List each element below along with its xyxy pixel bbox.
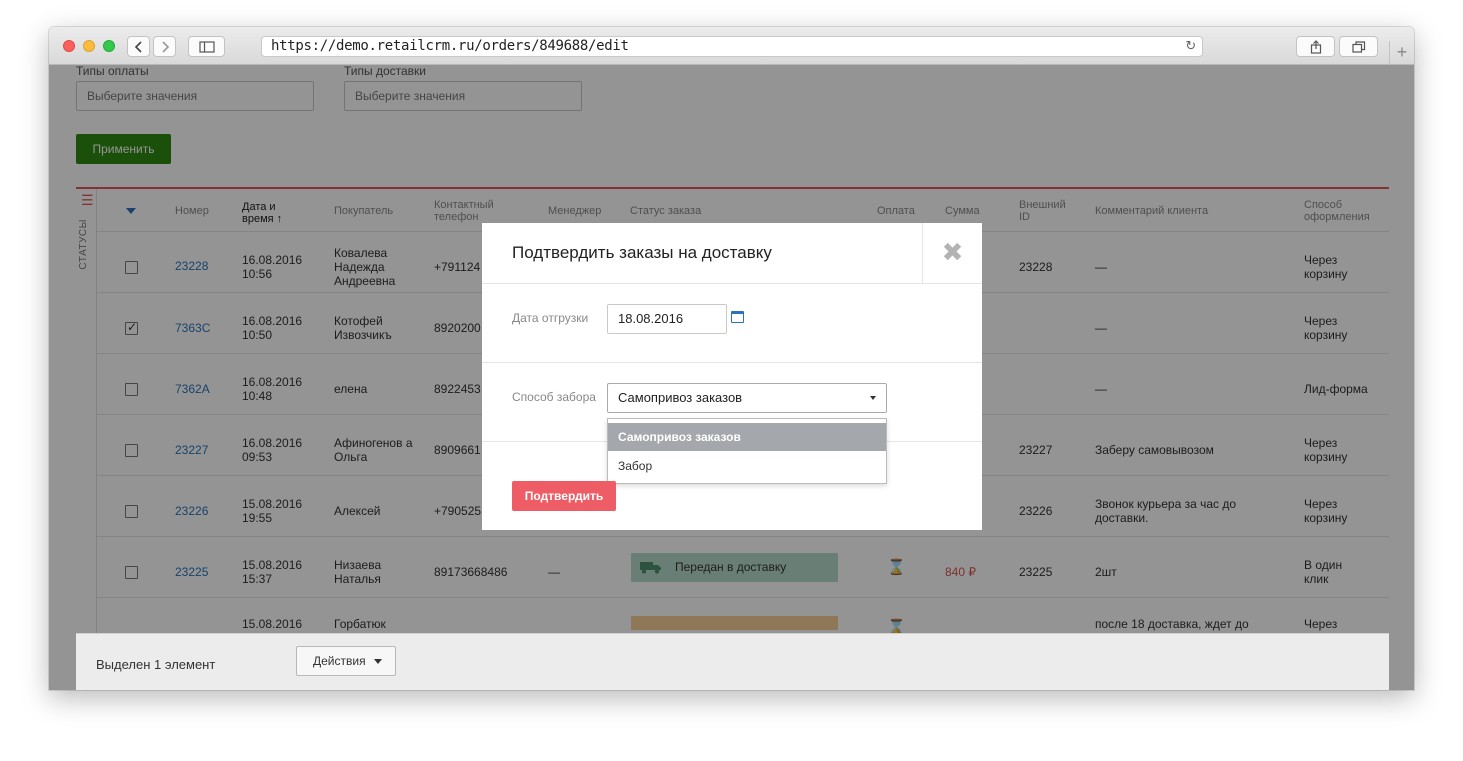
pickup-method-dropdown: Самопривоз заказов Забор [607,418,887,484]
forward-button[interactable] [153,36,176,57]
caret-down-icon [870,396,876,400]
share-icon [1310,40,1321,54]
sidebar-icon [198,41,215,53]
ship-date-input[interactable]: 18.08.2016 [607,304,727,334]
new-tab-button[interactable]: + [1389,41,1414,65]
selected-count: Выделен 1 элемент [96,657,216,672]
url-text: https://demo.retailcrm.ru/orders/849688/… [271,38,629,54]
close-icon[interactable]: ✖ [922,223,982,283]
address-bar[interactable]: https://demo.retailcrm.ru/orders/849688/… [261,36,1203,57]
modal-divider [482,362,982,363]
actions-dropdown-button[interactable]: Действия [296,646,396,676]
caret-down-icon [374,659,382,664]
pickup-method-select[interactable]: Самопривоз заказов [607,383,887,413]
chevron-left-icon [134,41,142,53]
share-button[interactable] [1296,36,1335,57]
page-content: Типы оплаты Выберите значения Типы доста… [49,65,1414,690]
pickup-method-value: Самопривоз заказов [618,390,743,405]
minimize-window-button[interactable] [83,40,95,52]
chevron-right-icon [161,41,169,53]
bulk-actions-bar: Выделен 1 элемент Действия [76,633,1389,690]
close-window-button[interactable] [63,40,75,52]
back-button[interactable] [127,36,150,57]
reload-icon[interactable]: ↻ [1185,37,1196,56]
tabs-overview-button[interactable] [1339,36,1378,57]
actions-label: Действия [313,654,366,668]
zoom-window-button[interactable] [103,40,115,52]
calendar-icon[interactable] [731,311,744,323]
confirm-button[interactable]: Подтвердить [512,481,616,511]
modal-header: Подтвердить заказы на доставку ✖ [482,223,982,284]
ship-date-label: Дата отгрузки [512,311,589,325]
pickup-method-label: Способ забора [512,390,596,404]
browser-window: https://demo.retailcrm.ru/orders/849688/… [49,27,1414,690]
tabs-icon [1351,41,1365,53]
pickup-option-collection[interactable]: Забор [608,452,886,480]
modal-title: Подтвердить заказы на доставку [512,243,772,262]
pickup-option-self-delivery[interactable]: Самопривоз заказов [608,423,886,451]
sidebar-toggle-button[interactable] [188,36,225,57]
browser-titlebar: https://demo.retailcrm.ru/orders/849688/… [49,27,1414,65]
confirm-delivery-modal: Подтвердить заказы на доставку ✖ Дата от… [482,223,982,530]
